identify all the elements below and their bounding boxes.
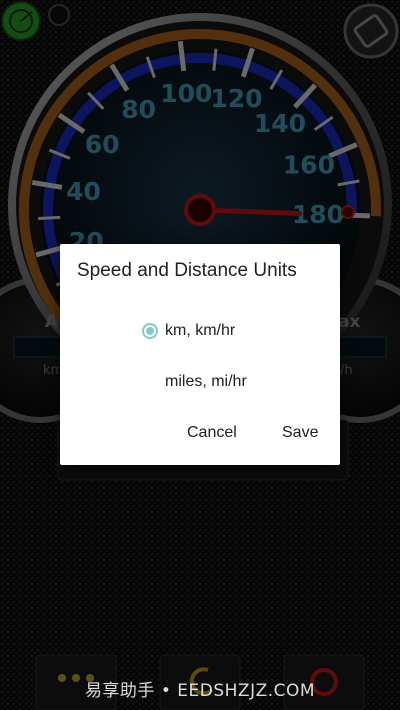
option-km[interactable]: km, km/hr: [142, 319, 235, 343]
watermark-text: 易享助手 • EEDSHZJZ.COM: [84, 681, 316, 701]
cancel-button[interactable]: Cancel: [187, 424, 237, 442]
dialog-title: Speed and Distance Units: [77, 260, 297, 281]
save-button[interactable]: Save: [282, 424, 318, 442]
radio-unselected-icon[interactable]: [142, 374, 158, 390]
option-km-label: km, km/hr: [165, 322, 236, 339]
units-dialog: Speed and Distance Units km, km/hr miles…: [60, 244, 340, 465]
radio-selected-icon[interactable]: [142, 323, 158, 339]
option-miles-label: miles, mi/hr: [165, 373, 247, 390]
option-miles[interactable]: miles, mi/hr: [142, 370, 247, 394]
